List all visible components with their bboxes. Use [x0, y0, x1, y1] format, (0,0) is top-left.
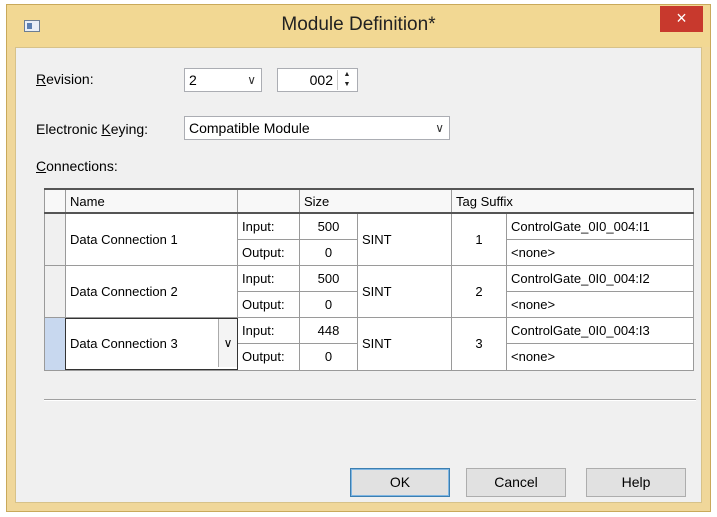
- table-row[interactable]: Data Connection 1 Input: 500 SINT 1 Cont…: [44, 212, 694, 266]
- revision-major-value: 2: [189, 72, 197, 88]
- connection-number-cell: 1: [451, 212, 507, 266]
- column-header-name[interactable]: Name: [65, 188, 238, 214]
- keying-label-pre: Electronic: [36, 121, 102, 137]
- spin-buttons[interactable]: ▲ ▼: [337, 70, 356, 90]
- connection-name-editor-cell[interactable]: Data Connection 3 ∨: [65, 316, 238, 371]
- input-size-cell[interactable]: 500: [299, 264, 358, 292]
- revision-label-mnemonic: R: [36, 71, 47, 87]
- row-selector-active[interactable]: [44, 316, 66, 371]
- connection-name-cell[interactable]: Data Connection 1: [65, 212, 238, 266]
- spin-down-icon[interactable]: ▼: [338, 80, 356, 90]
- input-label: Input:: [237, 264, 300, 292]
- column-header-blank[interactable]: [237, 188, 300, 214]
- input-tag-cell: ControlGate_0I0_004:I3: [506, 316, 694, 344]
- revision-minor-spinner[interactable]: 002 ▲ ▼: [277, 68, 358, 92]
- revision-minor-value: 002: [309, 72, 333, 88]
- chevron-down-icon[interactable]: ∨: [435, 117, 444, 139]
- connection-number-cell: 2: [451, 264, 507, 318]
- revision-label: Revision:: [36, 71, 94, 87]
- revision-label-text: evision:: [46, 71, 94, 87]
- output-label: Output:: [237, 290, 300, 318]
- connections-label-text: onnections:: [46, 158, 118, 174]
- input-tag-cell: ControlGate_0I0_004:I2: [506, 264, 694, 292]
- close-button[interactable]: ×: [660, 6, 703, 32]
- connection-name-combobox-value: Data Connection 3: [70, 335, 178, 351]
- chevron-down-icon[interactable]: ∨: [247, 69, 256, 91]
- row-selector[interactable]: [44, 264, 66, 318]
- input-label: Input:: [237, 212, 300, 240]
- data-type-cell: SINT: [357, 316, 452, 371]
- input-label: Input:: [237, 316, 300, 344]
- output-tag-cell: <none>: [506, 238, 694, 266]
- output-size-cell[interactable]: 0: [299, 238, 358, 266]
- table-row[interactable]: Data Connection 2 Input: 500 SINT 2 Cont…: [44, 264, 694, 318]
- table-header-row: Name Size Tag Suffix: [44, 188, 694, 214]
- connection-name-combobox[interactable]: Data Connection 3 ∨: [65, 317, 238, 370]
- spin-up-icon[interactable]: ▲: [338, 70, 356, 80]
- output-tag-cell: <none>: [506, 343, 694, 371]
- cancel-button[interactable]: Cancel: [466, 468, 566, 497]
- dialog-body: Revision: 2 ∨ 002 ▲ ▼ Electronic Keying:…: [15, 47, 702, 503]
- separator-line: [44, 399, 696, 401]
- data-type-cell: SINT: [357, 264, 452, 318]
- output-label: Output:: [237, 238, 300, 266]
- output-size-cell[interactable]: 0: [299, 290, 358, 318]
- input-size-cell[interactable]: 500: [299, 212, 358, 240]
- header-selector-cell[interactable]: [44, 188, 66, 214]
- column-header-tag-suffix[interactable]: Tag Suffix: [451, 188, 694, 214]
- keying-label-rest: eying:: [110, 121, 149, 137]
- column-header-size[interactable]: Size: [299, 188, 452, 214]
- input-tag-cell: ControlGate_0I0_004:I1: [506, 212, 694, 240]
- table-row-selected[interactable]: Data Connection 3 ∨ Input: 448 SINT 3 Co…: [44, 316, 694, 371]
- output-tag-cell: <none>: [506, 290, 694, 318]
- input-size-cell[interactable]: 448: [299, 316, 358, 344]
- ok-button[interactable]: OK: [350, 468, 450, 497]
- connections-table: Name Size Tag Suffix Data Connection 1 I…: [44, 188, 694, 371]
- chevron-down-icon[interactable]: ∨: [218, 318, 237, 367]
- keying-label-mnemonic: K: [101, 121, 111, 137]
- window-title: Module Definition*: [281, 14, 436, 35]
- connections-label-mnemonic: C: [36, 158, 47, 174]
- connection-number-cell: 3: [451, 316, 507, 371]
- module-definition-window: Module Definition* × Revision: 2 ∨ 002 ▲…: [6, 4, 711, 512]
- data-type-cell: SINT: [357, 212, 452, 266]
- title-bar[interactable]: Module Definition* ×: [7, 5, 710, 47]
- revision-major-select[interactable]: 2 ∨: [184, 68, 262, 92]
- help-button[interactable]: Help: [586, 468, 686, 497]
- electronic-keying-value: Compatible Module: [189, 120, 310, 136]
- electronic-keying-label: Electronic Keying:: [36, 121, 148, 137]
- output-size-cell[interactable]: 0: [299, 343, 358, 371]
- connection-name-cell[interactable]: Data Connection 2: [65, 264, 238, 318]
- output-label: Output:: [237, 343, 300, 371]
- row-selector[interactable]: [44, 212, 66, 266]
- connections-label: Connections:: [36, 158, 118, 174]
- electronic-keying-select[interactable]: Compatible Module ∨: [184, 116, 450, 140]
